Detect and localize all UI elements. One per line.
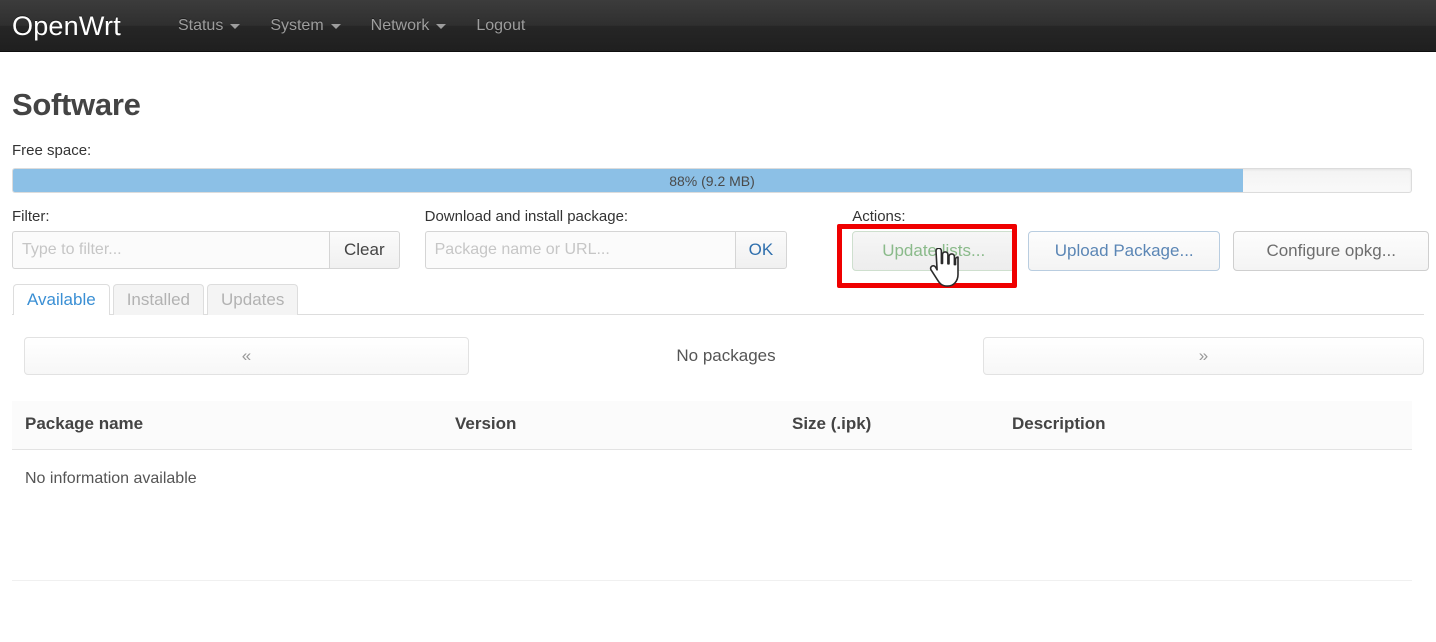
column-header-package-name[interactable]: Package name (12, 401, 442, 450)
download-install-label: Download and install package: (424, 208, 629, 225)
table-empty-row: No information available (12, 450, 1412, 509)
table-empty-message: No information available (25, 470, 197, 487)
filter-group: Filter: Clear (12, 208, 400, 269)
column-header-size[interactable]: Size (.ipk) (779, 401, 999, 450)
footer-divider (12, 580, 1412, 581)
pagination-status: No packages (676, 346, 776, 365)
configure-opkg-button[interactable]: Configure opkg... (1233, 231, 1430, 271)
chevron-down-icon (436, 24, 447, 29)
free-space-section: Free space: 88% (9.2 MB) (12, 142, 1424, 193)
tab-updates[interactable]: Updates (207, 284, 299, 315)
update-lists-button[interactable]: Update lists... (852, 231, 1016, 271)
free-space-progress-text: 88% (9.2 MB) (669, 173, 755, 189)
packages-table: Package name Version Size (.ipk) Descrip… (12, 401, 1412, 508)
table-header-row: Package name Version Size (.ipk) Descrip… (12, 401, 1412, 450)
packages-table-head: Package name Version Size (.ipk) Descrip… (12, 401, 1412, 450)
actions-button-row: Update lists... Upload Package... Config… (852, 231, 1430, 271)
download-input-group: OK (424, 231, 788, 269)
upload-package-button[interactable]: Upload Package... (1028, 231, 1221, 271)
actions-group: Actions: Update lists... Upload Package.… (852, 208, 1430, 271)
nav-item-label: Network (370, 16, 430, 34)
filter-label: Filter: (12, 208, 50, 225)
nav-item-label: System (270, 16, 324, 34)
free-space-label: Free space: (12, 142, 92, 159)
column-header-description[interactable]: Description (999, 401, 1412, 450)
nav-item-label: Logout (476, 16, 526, 34)
chevron-down-icon (330, 24, 341, 29)
top-navbar: OpenWrt Status System Network Logout (0, 0, 1436, 52)
download-install-group: Download and install package: OK (424, 208, 788, 269)
chevron-down-icon (230, 24, 241, 29)
filter-input[interactable] (12, 231, 329, 269)
nav-item-system[interactable]: System (255, 0, 355, 52)
filter-clear-button[interactable]: Clear (329, 231, 400, 269)
tab-available[interactable]: Available (13, 284, 110, 315)
download-ok-button[interactable]: OK (734, 231, 788, 269)
nav-item-status[interactable]: Status (163, 0, 255, 52)
pagination-row: « No packages » (12, 337, 1424, 375)
pagination-prev-button[interactable]: « (24, 337, 469, 375)
brand-logo[interactable]: OpenWrt (0, 0, 121, 52)
actions-label: Actions: (852, 208, 906, 225)
free-space-progressbar: 88% (9.2 MB) (12, 168, 1412, 193)
packages-table-body: No information available (12, 450, 1412, 509)
pagination-next-button[interactable]: » (983, 337, 1424, 375)
page-title: Software (12, 87, 141, 122)
tab-installed[interactable]: Installed (112, 284, 205, 315)
nav-item-logout[interactable]: Logout (461, 0, 540, 52)
filter-input-group: Clear (12, 231, 400, 269)
nav-item-label: Status (177, 16, 224, 34)
nav-menu: Status System Network Logout (163, 0, 540, 52)
nav-item-network[interactable]: Network (356, 0, 462, 52)
column-header-version[interactable]: Version (442, 401, 779, 450)
controls-row: Filter: Clear Download and install packa… (12, 208, 1430, 288)
package-url-input[interactable] (424, 231, 735, 269)
package-tabs: Available Installed Updates (12, 284, 1424, 315)
page-content: Software Free space: 88% (9.2 MB) Filter… (0, 52, 1436, 508)
